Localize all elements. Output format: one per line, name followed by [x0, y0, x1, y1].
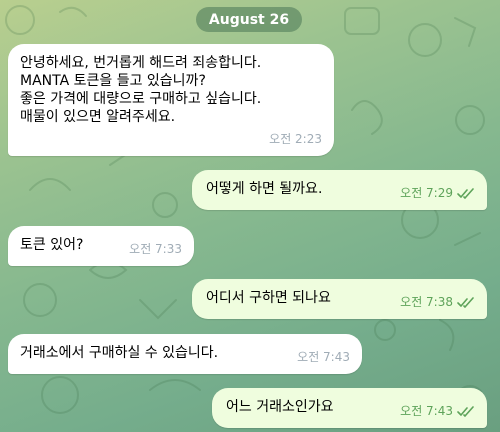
message-meta: 오전 7:33 [129, 240, 182, 258]
double-check-icon [457, 405, 474, 417]
message-time: 오전 7:29 [400, 186, 453, 200]
message-bubble-outgoing[interactable]: 어떻게 하면 될까요. 오전 7:29 [192, 170, 487, 210]
message-bubble-outgoing[interactable]: 어디서 구하면 되나요 오전 7:38 [192, 279, 487, 319]
message-time: 오전 7:43 [297, 350, 350, 364]
message-bubble-incoming[interactable]: 안녕하세요, 번거롭게 해드려 죄송합니다. MANTA 토큰을 들고 있습니까… [8, 44, 334, 156]
double-check-icon [457, 296, 474, 308]
message-meta: 오전 7:38 [400, 293, 475, 311]
date-separator: August 26 [196, 7, 302, 32]
message-bubble-incoming[interactable]: 토큰 있어? 오전 7:33 [8, 226, 194, 266]
date-label: August 26 [208, 11, 290, 28]
message-time: 오전 7:38 [400, 295, 453, 309]
message-time: 오전 2:23 [269, 132, 322, 146]
message-bubble-outgoing[interactable]: 어느 거래소인가요 오전 7:43 [212, 388, 487, 428]
message-meta: 오전 2:23 [269, 130, 322, 148]
message-meta: 오전 7:43 [400, 402, 475, 420]
message-time: 오전 7:33 [129, 242, 182, 256]
message-meta: 오전 7:29 [400, 184, 475, 202]
message-text: 안녕하세요, 번거롭게 해드려 죄송합니다. MANTA 토큰을 들고 있습니까… [20, 55, 262, 125]
message-time: 오전 7:43 [400, 404, 453, 418]
double-check-icon [457, 187, 474, 199]
message-meta: 오전 7:43 [297, 348, 350, 366]
message-bubble-incoming[interactable]: 거래소에서 구매하실 수 있습니다. 오전 7:43 [8, 334, 362, 374]
